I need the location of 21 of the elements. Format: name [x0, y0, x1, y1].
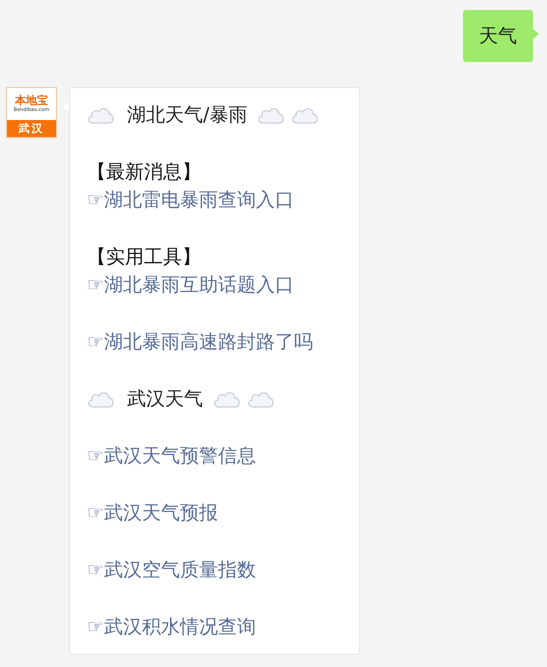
article-link[interactable]: ☞武汉天气预警信息: [87, 442, 256, 470]
section-label: 【最新消息】: [87, 160, 202, 185]
logo-brand: 本地宝: [15, 95, 48, 107]
bubble-tail: [533, 29, 539, 39]
user-message: 天气: [463, 10, 533, 62]
cloud-icon: [257, 106, 286, 124]
article-link[interactable]: ☞湖北暴雨高速路封路了吗: [87, 328, 314, 356]
cloud-icon: [213, 390, 241, 408]
article-link[interactable]: ☞武汉积水情况查询: [87, 613, 256, 641]
article-link[interactable]: ☞湖北暴雨互助话题入口: [87, 271, 294, 299]
cloud-icon: [247, 390, 275, 408]
cloud-icon: [87, 390, 115, 408]
article-link[interactable]: ☞武汉天气预报: [87, 499, 218, 527]
section-heading: 湖北天气/暴雨: [127, 103, 248, 128]
cloud-icon: [87, 106, 115, 124]
logo-city: 武汉: [7, 120, 56, 137]
section-label: 【实用工具】: [87, 245, 202, 270]
article-link[interactable]: ☞武汉空气质量指数: [87, 556, 256, 584]
section-heading: 武汉天气: [127, 387, 203, 412]
article-link[interactable]: ☞湖北雷电暴雨查询入口: [87, 186, 294, 214]
cloud-icon: [291, 106, 320, 124]
